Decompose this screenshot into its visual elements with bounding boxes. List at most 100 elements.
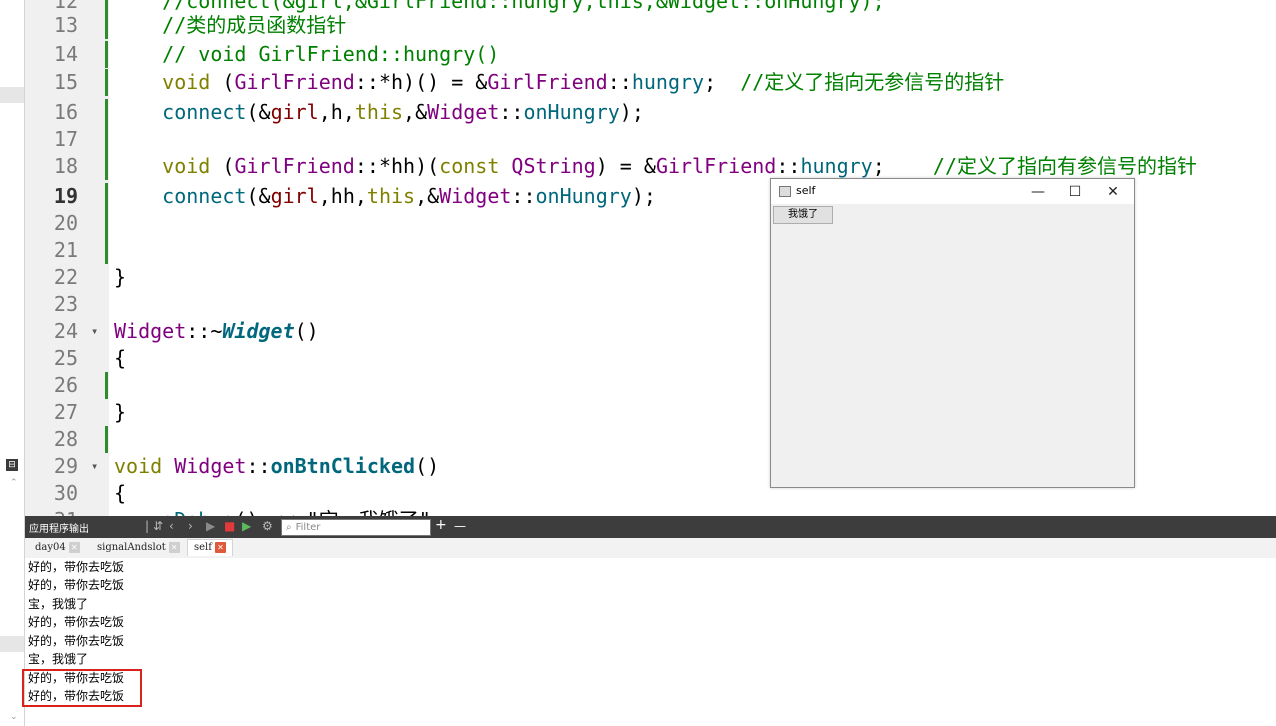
settings-icon[interactable]: ⚙ bbox=[262, 519, 273, 533]
code-token: 定义了指向有参信号的指针 bbox=[957, 154, 1198, 178]
line-number: 21 bbox=[53, 238, 78, 262]
code-token: ); bbox=[619, 100, 644, 124]
code-token: this bbox=[354, 100, 404, 124]
code-token: girl bbox=[270, 100, 319, 124]
code-token: qDebug bbox=[162, 508, 234, 516]
line-number: 25 bbox=[53, 346, 78, 370]
code-text: } bbox=[114, 399, 126, 426]
code-line[interactable]: 18 void (GirlFriend::*hh)(const QString)… bbox=[25, 153, 1276, 180]
toolbar-separator: | bbox=[145, 519, 150, 533]
output-line: 好的，带你去吃饭 bbox=[28, 578, 125, 592]
maximize-button[interactable]: ☐ bbox=[1060, 182, 1090, 202]
code-token: :: bbox=[511, 184, 536, 208]
output-pane-header: 应用程序输出 | ⇵ ‹ › ▶ ■ ▶ ⚙ ⌕ Filter + — bbox=[25, 516, 1276, 538]
rerun-icon[interactable]: ▶ bbox=[242, 519, 251, 533]
code-token: :: bbox=[776, 154, 801, 178]
scroll-up-icon[interactable]: ⌃ bbox=[10, 478, 18, 488]
code-token: GirlFriend bbox=[655, 154, 777, 178]
code-token: ); bbox=[631, 184, 656, 208]
filter-placeholder: Filter bbox=[295, 522, 321, 533]
tab-self[interactable]: self ✕ bbox=[187, 539, 233, 556]
line-number: 14 bbox=[53, 42, 78, 66]
window-title: self bbox=[796, 184, 816, 197]
code-line[interactable]: 31 qDebug() << "宝，我饿了" bbox=[25, 507, 1276, 516]
change-marker bbox=[105, 372, 108, 399]
window-titlebar[interactable]: self — ☐ ✕ bbox=[771, 179, 1134, 204]
output-line: 宝，我饿了 bbox=[28, 597, 89, 611]
code-token: connect bbox=[162, 100, 247, 124]
hungry-button[interactable]: 我饿了 bbox=[773, 206, 833, 224]
filter-input[interactable]: ⌕ Filter bbox=[281, 519, 431, 536]
change-marker bbox=[105, 126, 108, 153]
code-token: ,& bbox=[403, 100, 428, 124]
run-icon[interactable]: ▶ bbox=[206, 519, 215, 533]
code-token: // void GirlFriend::hungry() bbox=[114, 42, 500, 66]
output-line: 好的，带你去吃饭 bbox=[28, 560, 125, 574]
code-token: hungry bbox=[800, 154, 873, 178]
highlight-box bbox=[22, 669, 142, 707]
minimize-button[interactable]: — bbox=[1023, 182, 1053, 202]
line-number: 20 bbox=[53, 211, 78, 235]
change-marker bbox=[105, 99, 108, 126]
tab-signalandslot[interactable]: signalAndslot ✕ bbox=[97, 540, 180, 556]
code-token: { bbox=[114, 346, 127, 370]
code-token: Widget bbox=[427, 100, 500, 124]
code-token: ; bbox=[872, 154, 933, 178]
code-line[interactable]: 13 //类的成员函数指针 bbox=[25, 12, 1276, 39]
change-marker bbox=[105, 153, 108, 180]
attach-icon[interactable]: ⇵ bbox=[153, 519, 163, 533]
close-icon[interactable]: ✕ bbox=[214, 542, 226, 553]
code-token: GirlFriend bbox=[487, 70, 608, 94]
code-token: ,h, bbox=[318, 100, 355, 124]
sidebar-stripe bbox=[0, 87, 24, 103]
close-icon[interactable]: ✕ bbox=[68, 542, 80, 553]
code-line[interactable]: 16 connect(&girl,h,this,&Widget::onHungr… bbox=[25, 99, 1276, 126]
code-token: { bbox=[114, 481, 127, 505]
change-marker bbox=[105, 426, 108, 453]
line-number: 15 bbox=[53, 70, 78, 94]
fold-arrow-icon[interactable]: ▾ bbox=[91, 318, 98, 345]
tab-day04[interactable]: day04 ✕ bbox=[35, 540, 80, 556]
code-token: ) = & bbox=[595, 154, 656, 178]
code-text: //类的成员函数指针 bbox=[114, 12, 346, 39]
code-token: ::*hh)( bbox=[354, 154, 440, 178]
line-number: 16 bbox=[53, 100, 78, 124]
code-text: Widget::~Widget() bbox=[114, 318, 319, 345]
fold-arrow-icon[interactable]: ▾ bbox=[91, 453, 98, 480]
scroll-down-icon[interactable]: ⌄ bbox=[10, 712, 18, 722]
application-output[interactable]: 好的，带你去吃饭 好的，带你去吃饭 宝，我饿了 好的，带你去吃饭 好的，带你去吃… bbox=[25, 558, 1276, 726]
close-button[interactable]: ✕ bbox=[1098, 182, 1128, 202]
code-token: // bbox=[932, 154, 958, 178]
code-token: Widget bbox=[114, 319, 187, 343]
close-icon[interactable]: ✕ bbox=[168, 542, 180, 553]
code-token: // bbox=[740, 70, 765, 94]
code-token: ,hh, bbox=[318, 184, 367, 208]
sidebar-stripe bbox=[0, 636, 24, 652]
code-token: ; bbox=[704, 70, 741, 94]
code-line[interactable]: 17 bbox=[25, 126, 1276, 153]
code-token: :: bbox=[607, 70, 632, 94]
next-icon[interactable]: › bbox=[188, 519, 193, 533]
tab-label: self bbox=[194, 542, 212, 553]
change-marker bbox=[105, 237, 108, 264]
code-text: connect(&girl,hh,this,&Widget::onHungry)… bbox=[114, 183, 656, 210]
previous-icon[interactable]: ‹ bbox=[169, 519, 174, 533]
output-line: 好的，带你去吃饭 bbox=[28, 634, 125, 648]
line-number: 30 bbox=[53, 481, 78, 505]
code-line[interactable]: 14 // void GirlFriend::hungry() bbox=[25, 41, 1276, 68]
code-text: void (GirlFriend::*hh)(const QString) = … bbox=[114, 153, 1197, 180]
add-button[interactable]: + bbox=[435, 517, 447, 533]
code-token: ( bbox=[210, 70, 235, 94]
code-line[interactable]: 15 void (GirlFriend::*h)() = &GirlFriend… bbox=[25, 69, 1276, 96]
stop-icon[interactable]: ■ bbox=[224, 519, 235, 533]
collapse-panel-icon[interactable]: ⊟ bbox=[6, 459, 18, 471]
line-number: 31 bbox=[33, 507, 78, 516]
remove-button[interactable]: — bbox=[454, 519, 466, 533]
code-token: onHungry bbox=[523, 100, 620, 124]
code-token: onBtnClicked bbox=[270, 454, 416, 478]
line-number: 22 bbox=[53, 265, 78, 289]
